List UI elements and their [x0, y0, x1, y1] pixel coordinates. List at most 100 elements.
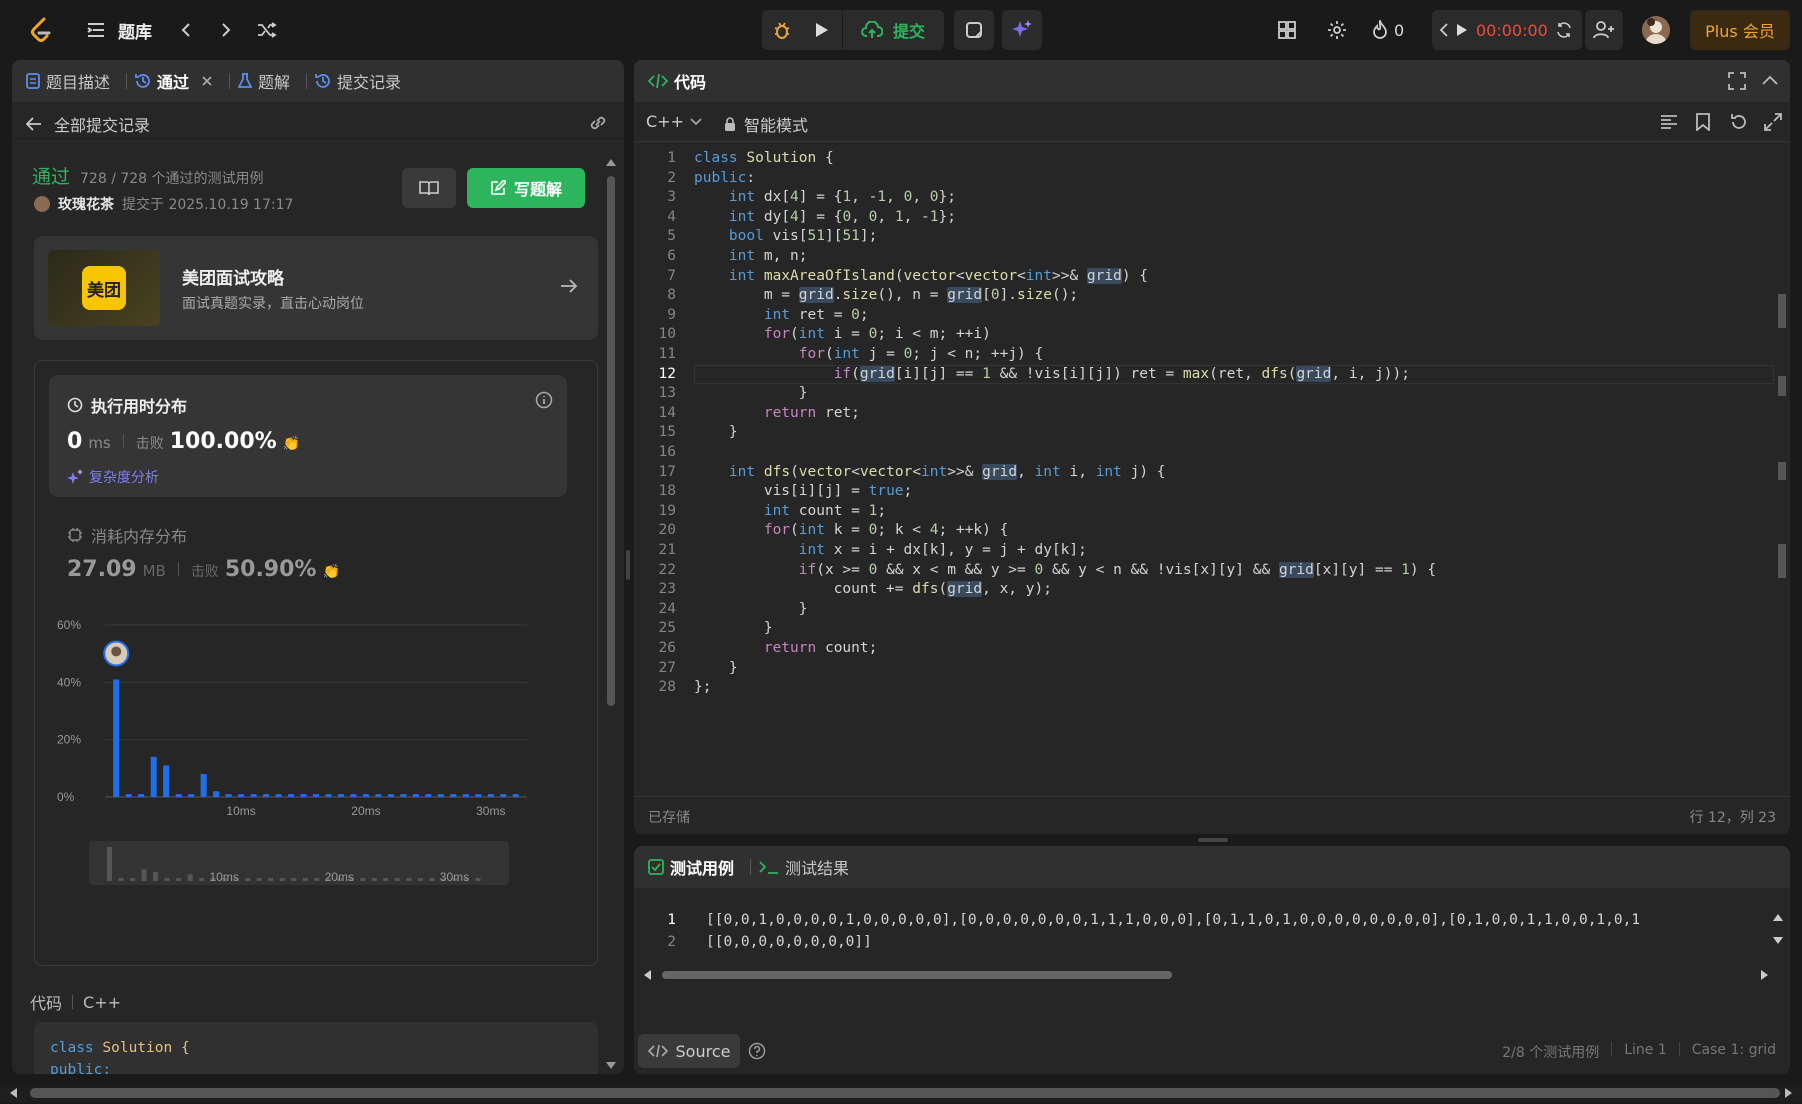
testcase-input[interactable]: 1 [[0,0,1,0,0,0,0,1,0,0,0,0,0],[0,0,0,0,…: [634, 908, 1774, 974]
scroll-left-icon[interactable]: [642, 969, 652, 981]
runtime-bar[interactable]: [350, 794, 357, 797]
test-scrollbar-thumb[interactable]: [662, 971, 1172, 979]
tab-description[interactable]: 题目描述: [26, 69, 110, 93]
runtime-bar[interactable]: [412, 794, 419, 797]
run-button[interactable]: [802, 10, 842, 50]
add-friend-button[interactable]: [1585, 10, 1623, 50]
timer-play-icon[interactable]: [1456, 23, 1468, 37]
problem-list-icon[interactable]: [84, 18, 108, 42]
tab-testresults[interactable]: 测试结果: [759, 855, 849, 879]
tab-accepted[interactable]: 通过: [135, 69, 213, 93]
runtime-bar[interactable]: [138, 794, 145, 797]
shuffle-icon[interactable]: [254, 18, 280, 42]
runtime-bar[interactable]: [225, 794, 232, 797]
complexity-analysis-link[interactable]: 复杂度分析: [67, 467, 159, 487]
leetcode-logo-icon[interactable]: [26, 14, 56, 46]
streak-counter[interactable]: 0: [1372, 17, 1404, 43]
test-horizontal-scrollbar[interactable]: [642, 968, 1772, 982]
submitter-name[interactable]: 玫瑰花茶: [58, 194, 114, 214]
runtime-bar[interactable]: [487, 794, 494, 797]
scroll-up-icon[interactable]: [604, 156, 618, 168]
tab-testcases[interactable]: 测试用例: [648, 855, 734, 879]
user-avatar[interactable]: [1642, 16, 1670, 44]
runtime-bar[interactable]: [475, 794, 482, 797]
runtime-bar[interactable]: [113, 679, 120, 797]
back-to-submissions[interactable]: 全部提交记录: [26, 112, 150, 136]
collapse-panel-icon[interactable]: [1762, 74, 1778, 86]
ad-banner[interactable]: 美团 美团面试攻略 面试真题实录，直击心动岗位: [34, 236, 598, 340]
write-solution-button[interactable]: 写题解: [467, 168, 585, 208]
your-submission-marker[interactable]: [103, 640, 130, 667]
ai-assistant-button[interactable]: [1002, 10, 1042, 50]
smart-mode-toggle[interactable]: 智能模式: [724, 112, 808, 136]
runtime-bar[interactable]: [288, 794, 295, 797]
runtime-bar[interactable]: [250, 794, 257, 797]
runtime-bar[interactable]: [387, 794, 394, 797]
runtime-bar[interactable]: [313, 794, 319, 797]
notes-button[interactable]: [954, 10, 994, 50]
reset-code-icon[interactable]: [1730, 113, 1748, 131]
runtime-bar[interactable]: [175, 794, 182, 797]
code-area[interactable]: 1 class Solution {2 public: 3 int dx[4] = {…: [634, 142, 1774, 782]
scroll-down-icon[interactable]: [604, 1060, 618, 1072]
notes-book-button[interactable]: [402, 168, 456, 208]
tab-solutions[interactable]: 题解: [238, 69, 290, 93]
language-select[interactable]: C++: [646, 112, 702, 131]
format-icon[interactable]: [1660, 114, 1678, 130]
test-scroll-down-icon[interactable]: [1772, 936, 1784, 946]
runtime-bar[interactable]: [150, 756, 157, 797]
next-problem-icon[interactable]: [214, 18, 238, 42]
test-scroll-up-icon[interactable]: [1772, 912, 1784, 922]
bookmark-icon[interactable]: [1696, 113, 1710, 131]
tab-submissions[interactable]: 提交记录: [315, 69, 401, 93]
runtime-bar[interactable]: [512, 794, 519, 797]
page-scroll-right-icon[interactable]: [1784, 1087, 1794, 1099]
runtime-bar[interactable]: [437, 794, 444, 797]
share-link-icon[interactable]: [588, 114, 608, 132]
left-scrollbar-thumb[interactable]: [607, 176, 615, 706]
help-icon[interactable]: [748, 1042, 766, 1060]
fullscreen-icon[interactable]: [1728, 72, 1746, 90]
horizontal-resize-handle[interactable]: [1198, 838, 1228, 842]
runtime-bar[interactable]: [400, 794, 407, 797]
chart-range-brush[interactable]: 10ms 20ms 30ms: [89, 841, 509, 885]
runtime-bar[interactable]: [188, 794, 195, 797]
info-icon[interactable]: [535, 391, 553, 409]
editor-scrollbar[interactable]: [1778, 144, 1786, 780]
runtime-bar[interactable]: [300, 794, 307, 797]
runtime-bar[interactable]: [362, 794, 369, 797]
timer-reset-icon[interactable]: [1556, 22, 1572, 38]
runtime-bar[interactable]: [425, 794, 432, 797]
prev-problem-icon[interactable]: [174, 18, 198, 42]
left-scrollbar[interactable]: [604, 156, 618, 1072]
page-scroll-left-icon[interactable]: [8, 1087, 18, 1099]
runtime-bar[interactable]: [200, 774, 207, 797]
vertical-resize-handle[interactable]: [626, 550, 630, 580]
runtime-bar[interactable]: [462, 794, 469, 797]
runtime-bar[interactable]: [375, 794, 382, 797]
settings-icon[interactable]: [1324, 17, 1350, 43]
source-button[interactable]: Source: [638, 1034, 740, 1068]
layout-icon[interactable]: [1274, 18, 1300, 42]
memory-section[interactable]: 消耗内存分布: [67, 523, 187, 547]
close-tab-icon[interactable]: [201, 75, 213, 87]
runtime-bar[interactable]: [325, 794, 332, 797]
problem-bank-title[interactable]: 题库: [118, 16, 152, 44]
runtime-bar[interactable]: [263, 794, 270, 797]
debug-icon[interactable]: [762, 10, 802, 50]
runtime-bar[interactable]: [238, 794, 245, 797]
timer-collapse-icon[interactable]: [1440, 23, 1448, 37]
runtime-bar[interactable]: [213, 791, 220, 797]
page-scrollbar-thumb[interactable]: [30, 1088, 1780, 1098]
runtime-section[interactable]: 执行用时分布 0 ms 击败 100.00% 👏 复杂度分析: [49, 375, 567, 497]
runtime-bar[interactable]: [337, 794, 344, 797]
scroll-right-icon[interactable]: [1760, 969, 1770, 981]
submit-button[interactable]: 提交: [843, 10, 943, 50]
tab-code[interactable]: 代码: [648, 69, 706, 93]
plus-membership-button[interactable]: Plus 会员: [1690, 10, 1790, 50]
runtime-bar[interactable]: [450, 794, 457, 797]
expand-icon[interactable]: [1764, 113, 1782, 131]
runtime-bar[interactable]: [125, 794, 132, 797]
runtime-bar[interactable]: [500, 794, 507, 797]
runtime-bar[interactable]: [163, 765, 170, 797]
